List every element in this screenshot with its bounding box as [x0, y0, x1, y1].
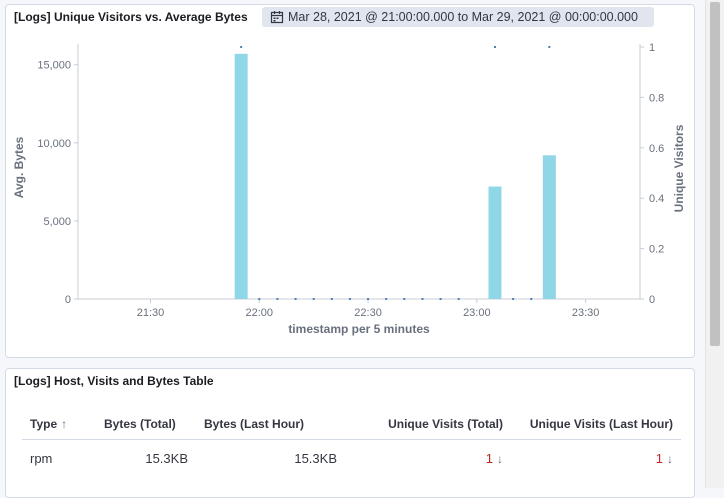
visitor-point — [294, 298, 297, 300]
column-header-type[interactable]: Type ↑ — [22, 409, 96, 440]
y-right-tick-label: 0.6 — [649, 143, 664, 155]
arrow-down-icon: ↓ — [667, 451, 673, 466]
cell-bytes-total: 15.3KB — [145, 450, 188, 466]
y-left-tick-label: 15,000 — [37, 60, 71, 72]
visitor-point — [258, 298, 261, 300]
table-panel: [Logs] Host, Visits and Bytes Table Type… — [5, 368, 695, 498]
visitor-point — [530, 298, 533, 300]
x-tick-label: 22:30 — [354, 307, 382, 319]
y-right-tick-label: 0 — [649, 294, 655, 306]
column-header-visits-total[interactable]: Unique Visits (Total) — [345, 409, 511, 440]
visitor-point — [512, 298, 515, 300]
x-tick-label: 23:00 — [463, 307, 491, 319]
x-axis-title: timestamp per 5 minutes — [288, 322, 430, 336]
y-right-tick-label: 0.4 — [649, 193, 664, 205]
y-axis-left-title: Avg. Bytes — [12, 136, 26, 198]
visitor-point — [493, 46, 496, 48]
bar — [488, 186, 502, 299]
bar — [542, 155, 556, 299]
y-axis-right-title: Unique Visitors — [672, 124, 686, 212]
visitor-point — [421, 298, 424, 300]
visitor-point — [312, 298, 315, 300]
visitor-point — [548, 46, 551, 48]
visitor-point — [240, 46, 243, 48]
y-left-tick-label: 10,000 — [37, 138, 71, 150]
cell-visits-last-hour: 1 ↓ — [655, 450, 673, 466]
column-header-bytes-last-hour[interactable]: Bytes (Last Hour) — [196, 409, 345, 440]
y-left-tick-label: 5,000 — [43, 216, 71, 228]
visitor-point — [457, 298, 460, 300]
cell-visits-total: 1 ↓ — [485, 450, 503, 466]
table-row: rpm 15.3KB 15.3KB 1 ↓ 1 ↓ — [22, 440, 681, 477]
visitor-point — [348, 298, 351, 300]
column-header-bytes-total[interactable]: Bytes (Total) — [96, 409, 196, 440]
cell-bytes-last-hour: 15.3KB — [294, 450, 337, 466]
sort-ascending-icon[interactable]: ↑ — [61, 417, 67, 431]
visitor-point — [385, 298, 388, 300]
visitor-point — [276, 298, 279, 300]
table-title: [Logs] Host, Visits and Bytes Table — [14, 374, 214, 388]
y-right-tick-label: 0.2 — [649, 244, 664, 256]
cell-type: rpm — [30, 450, 53, 466]
visitor-point — [403, 298, 406, 300]
chart-panel: [Logs] Unique Visitors vs. Average Bytes… — [5, 4, 695, 358]
visitor-point — [439, 298, 442, 300]
x-tick-label: 22:00 — [246, 307, 274, 319]
visitor-point — [367, 298, 370, 300]
scrollbar-thumb[interactable] — [710, 2, 720, 346]
arrow-down-icon: ↓ — [497, 451, 503, 466]
table-header-row: Type ↑ Bytes (Total) Bytes (Last Hour) Un… — [22, 409, 681, 440]
column-header-visits-last-hour[interactable]: Unique Visits (Last Hour) — [511, 409, 681, 440]
x-tick-label: 21:30 — [137, 307, 165, 319]
chart-area[interactable]: 0 5,000 10,000 15,000 0 0.2 0.4 0.6 0.8 1 21:30 22:… — [6, 5, 696, 359]
bar — [234, 53, 248, 300]
data-table: Type ↑ Bytes (Total) Bytes (Last Hour) Un… — [22, 409, 681, 476]
vertical-scrollbar[interactable] — [705, 0, 724, 488]
y-right-tick-label: 0.8 — [649, 92, 664, 104]
y-right-tick-label: 1 — [649, 42, 655, 54]
x-tick-label: 23:30 — [572, 307, 600, 319]
y-left-tick-label: 0 — [65, 294, 71, 306]
visitor-point — [330, 298, 333, 300]
